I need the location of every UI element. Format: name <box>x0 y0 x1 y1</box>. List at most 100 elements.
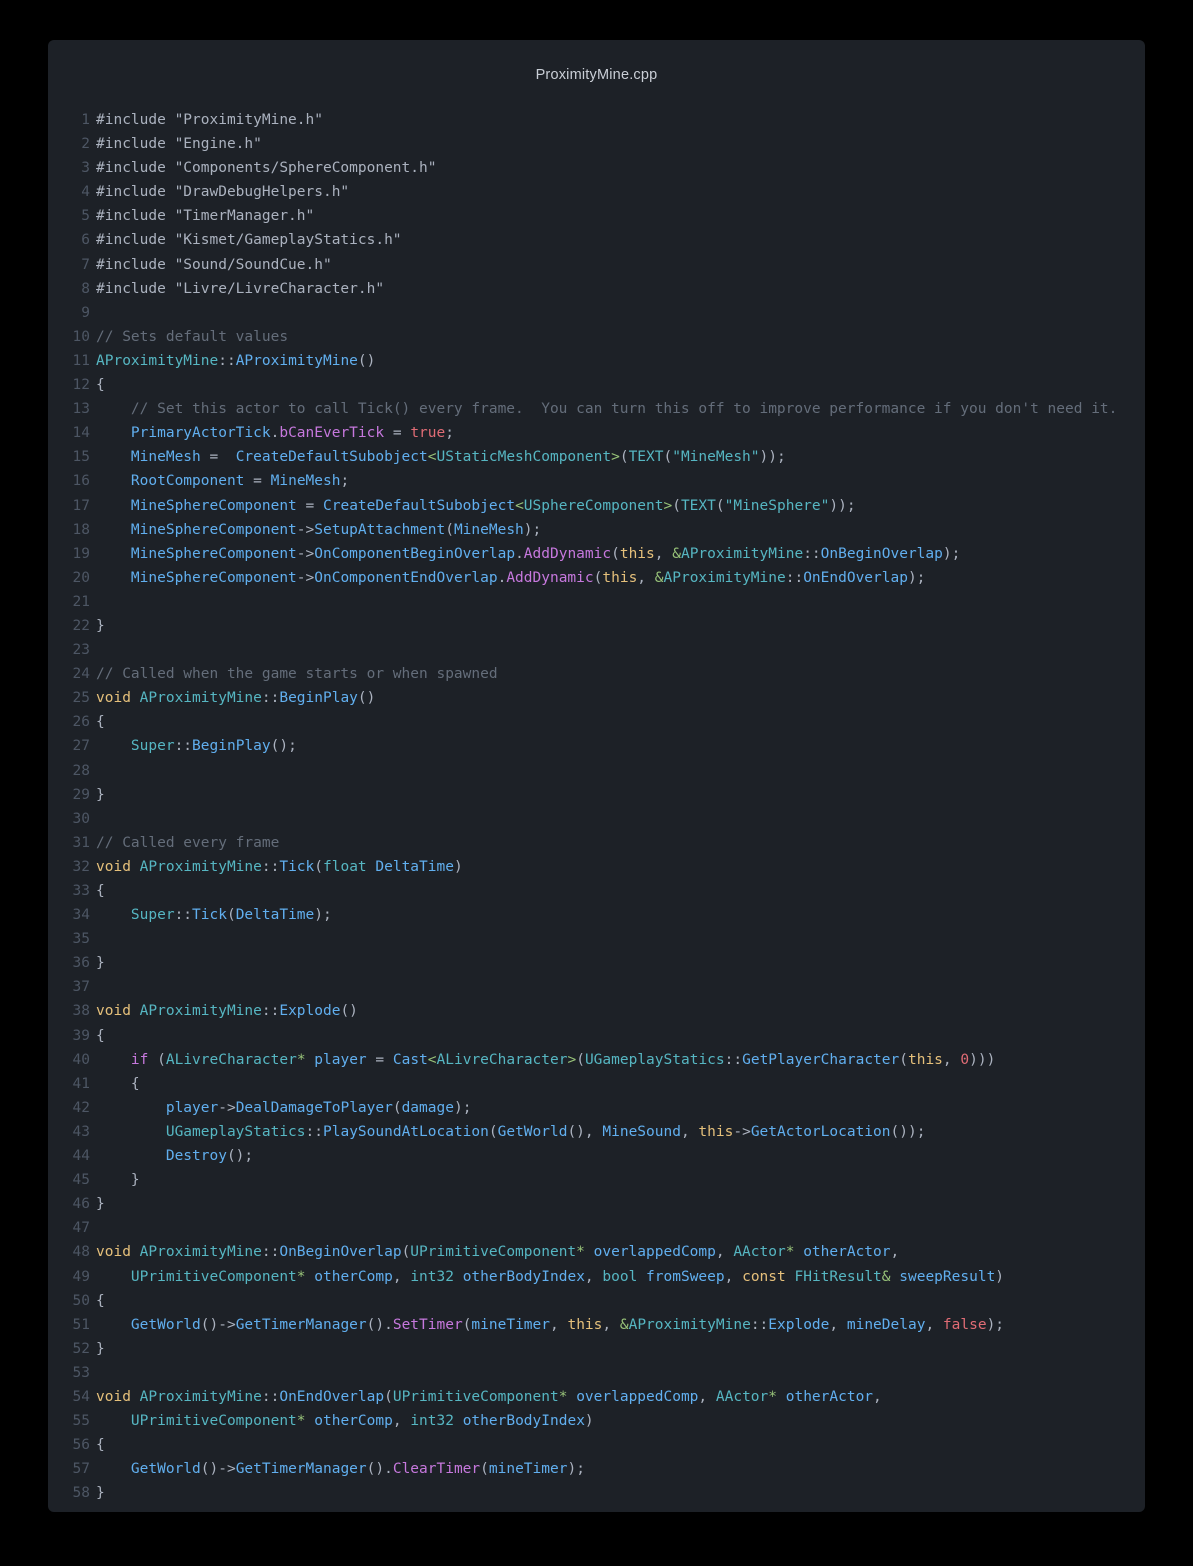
line-number: 42 <box>48 1096 90 1120</box>
code-text: player->DealDamageToPlayer(damage); <box>90 1096 471 1120</box>
code-text: } <box>90 1192 105 1216</box>
code-line: 13 // Set this actor to call Tick() ever… <box>48 397 1145 421</box>
code-line: 2#include "Engine.h" <box>48 132 1145 156</box>
code-text: { <box>90 1433 105 1457</box>
line-number: 51 <box>48 1313 90 1337</box>
line-number: 11 <box>48 349 90 373</box>
line-number: 32 <box>48 855 90 879</box>
code-line: 35 <box>48 927 1145 951</box>
code-text: { <box>90 373 105 397</box>
code-text: } <box>90 1481 105 1505</box>
code-line: 49 UPrimitiveComponent* otherComp, int32… <box>48 1265 1145 1289</box>
code-text: // Sets default values <box>90 325 288 349</box>
line-number: 52 <box>48 1337 90 1361</box>
line-number: 33 <box>48 879 90 903</box>
code-text: } <box>90 614 105 638</box>
line-number: 28 <box>48 759 90 783</box>
code-line: 18 MineSphereComponent->SetupAttachment(… <box>48 518 1145 542</box>
code-text: { <box>90 1024 105 1048</box>
code-text: if (ALivreCharacter* player = Cast<ALivr… <box>90 1048 995 1072</box>
code-line: 20 MineSphereComponent->OnComponentEndOv… <box>48 566 1145 590</box>
code-text: // Called when the game starts or when s… <box>90 662 498 686</box>
code-text: { <box>90 1072 140 1096</box>
code-text: #include "Livre/LivreCharacter.h" <box>90 277 384 301</box>
code-text: } <box>90 1337 105 1361</box>
code-line: 26{ <box>48 710 1145 734</box>
code-line: 31// Called every frame <box>48 831 1145 855</box>
line-number: 48 <box>48 1240 90 1264</box>
code-line: 48void AProximityMine::OnBeginOverlap(UP… <box>48 1240 1145 1264</box>
code-line: 38void AProximityMine::Explode() <box>48 999 1145 1023</box>
code-text <box>90 1216 105 1240</box>
code-line: 19 MineSphereComponent->OnComponentBegin… <box>48 542 1145 566</box>
line-number: 20 <box>48 566 90 590</box>
code-line: 25void AProximityMine::BeginPlay() <box>48 686 1145 710</box>
line-number: 53 <box>48 1361 90 1385</box>
code-text: PrimaryActorTick.bCanEverTick = true; <box>90 421 454 445</box>
line-number: 2 <box>48 132 90 156</box>
code-text: #include "Components/SphereComponent.h" <box>90 156 436 180</box>
line-number: 39 <box>48 1024 90 1048</box>
code-text: } <box>90 951 105 975</box>
code-text: MineSphereComponent = CreateDefaultSubob… <box>90 494 856 518</box>
code-line: 47 <box>48 1216 1145 1240</box>
code-text: Super::Tick(DeltaTime); <box>90 903 332 927</box>
code-text: void AProximityMine::BeginPlay() <box>90 686 375 710</box>
line-number: 12 <box>48 373 90 397</box>
line-number: 23 <box>48 638 90 662</box>
code-text <box>90 590 105 614</box>
line-number: 49 <box>48 1265 90 1289</box>
code-text: UGameplayStatics::PlaySoundAtLocation(Ge… <box>90 1120 925 1144</box>
code-line: 52} <box>48 1337 1145 1361</box>
line-number: 5 <box>48 204 90 228</box>
code-line: 30 <box>48 807 1145 831</box>
line-number: 58 <box>48 1481 90 1505</box>
code-line: 45 } <box>48 1168 1145 1192</box>
code-line: 55 UPrimitiveComponent* otherComp, int32… <box>48 1409 1145 1433</box>
code-text: void AProximityMine::OnBeginOverlap(UPri… <box>90 1240 899 1264</box>
line-number: 9 <box>48 301 90 325</box>
code-text: void AProximityMine::Tick(float DeltaTim… <box>90 855 463 879</box>
code-line: 27 Super::BeginPlay(); <box>48 734 1145 758</box>
code-line: 21 <box>48 590 1145 614</box>
code-line: 51 GetWorld()->GetTimerManager().SetTime… <box>48 1313 1145 1337</box>
code-area: 1#include "ProximityMine.h"2#include "En… <box>48 108 1145 1505</box>
code-text: MineSphereComponent->SetupAttachment(Min… <box>90 518 541 542</box>
line-number: 19 <box>48 542 90 566</box>
code-line: 43 UGameplayStatics::PlaySoundAtLocation… <box>48 1120 1145 1144</box>
code-text: #include "ProximityMine.h" <box>90 108 323 132</box>
code-text <box>90 927 105 951</box>
code-line: 12{ <box>48 373 1145 397</box>
code-text: { <box>90 879 105 903</box>
code-text: Destroy(); <box>90 1144 253 1168</box>
code-text <box>90 759 105 783</box>
code-line: 7#include "Sound/SoundCue.h" <box>48 253 1145 277</box>
code-line: 6#include "Kismet/GameplayStatics.h" <box>48 228 1145 252</box>
code-line: 37 <box>48 975 1145 999</box>
code-line: 9 <box>48 301 1145 325</box>
code-line: 32void AProximityMine::Tick(float DeltaT… <box>48 855 1145 879</box>
code-line: 11AProximityMine::AProximityMine() <box>48 349 1145 373</box>
code-line: 8#include "Livre/LivreCharacter.h" <box>48 277 1145 301</box>
line-number: 3 <box>48 156 90 180</box>
code-text: #include "Sound/SoundCue.h" <box>90 253 332 277</box>
code-line: 34 Super::Tick(DeltaTime); <box>48 903 1145 927</box>
code-text <box>90 1361 105 1385</box>
code-text: AProximityMine::AProximityMine() <box>90 349 375 373</box>
line-number: 38 <box>48 999 90 1023</box>
code-text: // Called every frame <box>90 831 279 855</box>
code-line: 15 MineMesh = CreateDefaultSubobject<USt… <box>48 445 1145 469</box>
code-line: 50{ <box>48 1289 1145 1313</box>
line-number: 43 <box>48 1120 90 1144</box>
code-line: 53 <box>48 1361 1145 1385</box>
code-text: void AProximityMine::OnEndOverlap(UPrimi… <box>90 1385 882 1409</box>
code-text: MineSphereComponent->OnComponentBeginOve… <box>90 542 960 566</box>
line-number: 27 <box>48 734 90 758</box>
code-text: #include "DrawDebugHelpers.h" <box>90 180 349 204</box>
code-text: } <box>90 1168 140 1192</box>
line-number: 44 <box>48 1144 90 1168</box>
code-line: 14 PrimaryActorTick.bCanEverTick = true; <box>48 421 1145 445</box>
code-text: MineMesh = CreateDefaultSubobject<UStati… <box>90 445 786 469</box>
line-number: 56 <box>48 1433 90 1457</box>
line-number: 55 <box>48 1409 90 1433</box>
